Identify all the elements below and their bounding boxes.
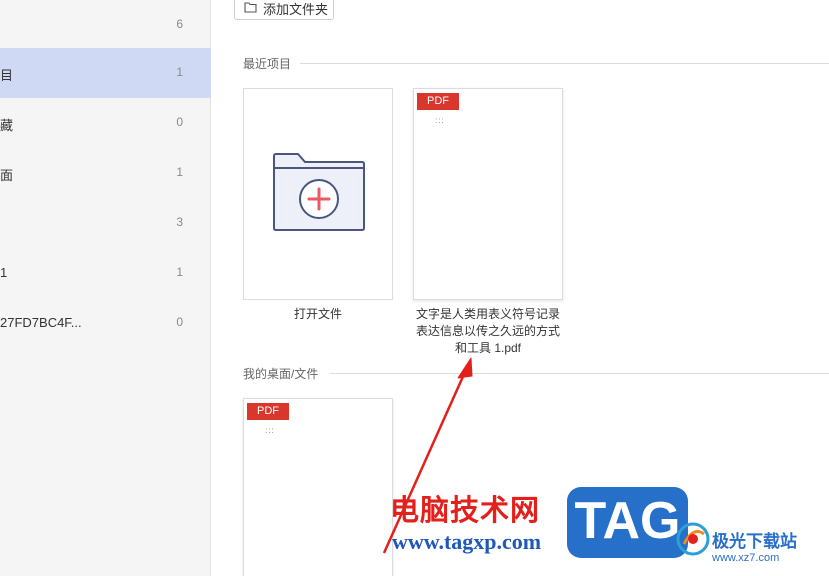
aurora-logo-icon bbox=[676, 522, 710, 556]
watermark-url: www.tagxp.com bbox=[392, 529, 542, 554]
watermark-brand: 电脑技术网 bbox=[390, 493, 541, 527]
watermark-site-name: 极光下载站 bbox=[712, 532, 797, 552]
watermark-tag-text: TAG bbox=[574, 492, 681, 550]
watermark-tag-logo: TAG bbox=[567, 487, 688, 558]
watermark-site-url: www.xz7.com bbox=[712, 552, 780, 564]
